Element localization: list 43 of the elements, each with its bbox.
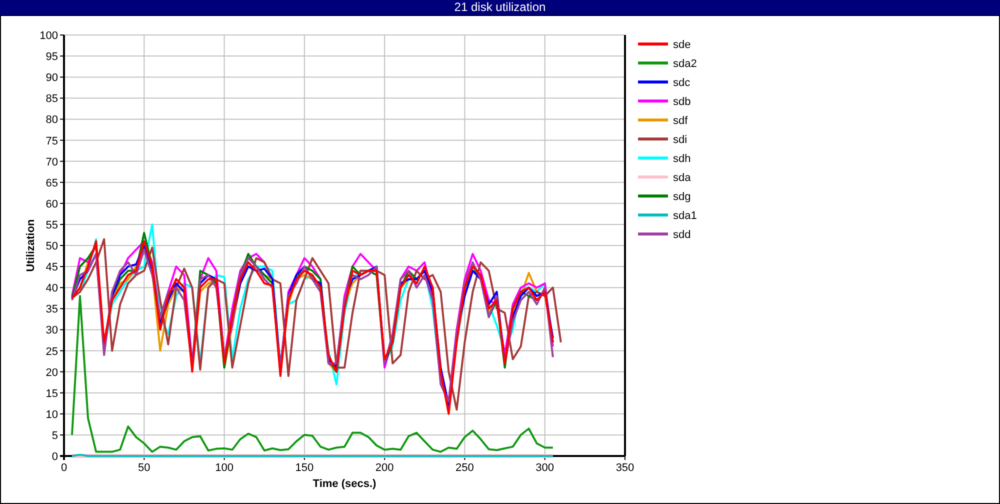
tick-label: 150: [295, 462, 314, 474]
tick-label: 10: [46, 408, 58, 421]
legend-label: sde: [673, 39, 691, 51]
tick-label: 45: [46, 262, 58, 274]
legend-label: sdi: [673, 134, 688, 146]
tick-label: 70: [46, 156, 58, 168]
tick-label: 250: [456, 462, 474, 474]
tick-label: 200: [375, 462, 394, 474]
tick-label: 5: [52, 430, 58, 442]
tick-label: 55: [46, 219, 58, 232]
legend-label: sda1: [673, 210, 697, 222]
y-axis-title: Utilization: [25, 219, 37, 272]
tick-label: 95: [46, 51, 58, 64]
tick-label: 65: [46, 177, 58, 190]
window-title: 21 disk utilization: [454, 0, 546, 15]
legend-label: sdg: [673, 191, 691, 203]
tick-label: 50: [138, 462, 150, 474]
tick-label: 0: [60, 462, 68, 474]
tick-label: 15: [46, 388, 58, 400]
tick-label: 80: [46, 114, 58, 126]
tick-label: 300: [536, 462, 554, 474]
legend-label: sdc: [673, 77, 690, 89]
x-axis-title: Time (secs.): [312, 478, 376, 490]
tick-label: 40: [46, 282, 58, 295]
tick-label: 50: [46, 240, 58, 252]
tick-label: 20: [46, 366, 58, 379]
tick-label: 85: [46, 93, 58, 106]
legend-label: sdf: [673, 115, 688, 127]
tick-label: 90: [46, 72, 58, 84]
tick-label: 75: [46, 135, 58, 148]
tick-label: 0: [52, 451, 58, 463]
legend-label: sdh: [673, 153, 691, 165]
tick-label: 350: [616, 462, 634, 474]
tick-label: 25: [46, 346, 58, 358]
tick-label: 35: [46, 304, 58, 316]
tick-label: 30: [46, 324, 58, 337]
legend-label: sdb: [673, 96, 691, 108]
tick-label: 100: [215, 462, 234, 474]
legend-label: sda: [673, 172, 691, 184]
legend-label: sdd: [673, 229, 691, 241]
legend-label: sda2: [673, 58, 697, 70]
tick-label: 100: [40, 30, 58, 42]
tick-label: 60: [46, 198, 58, 210]
